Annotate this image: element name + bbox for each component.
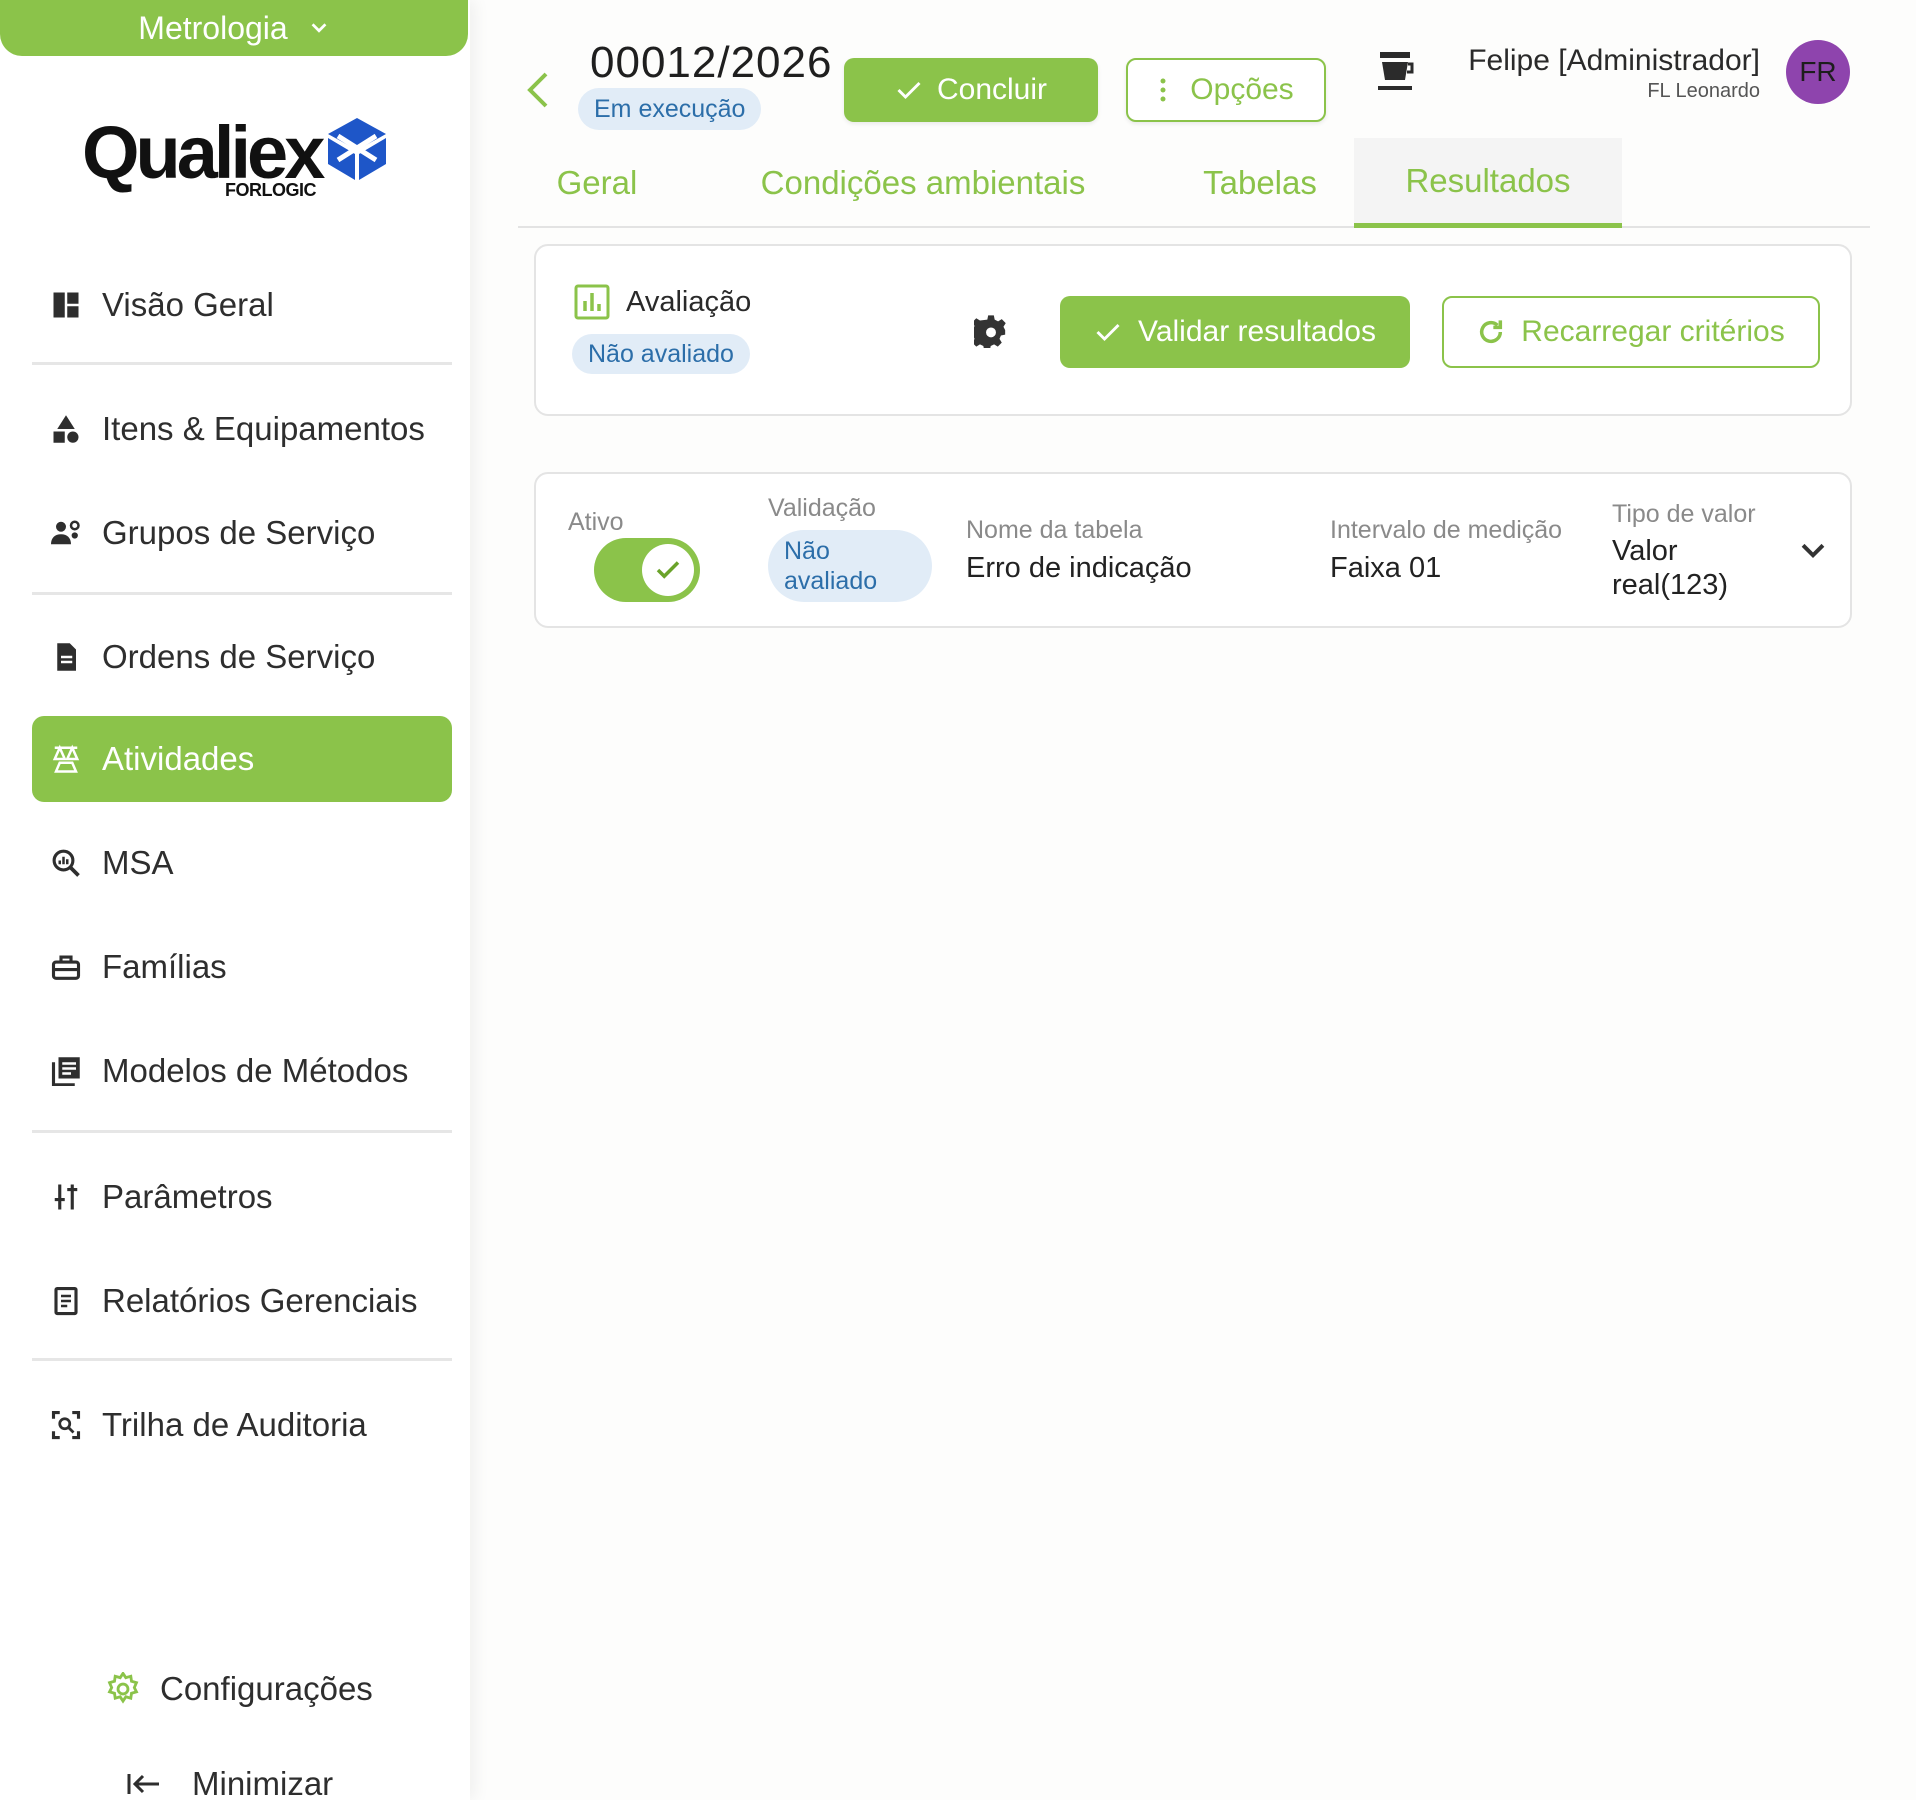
coffee-cup-icon[interactable] [1376,50,1416,92]
sidebar-item-ordens-servico[interactable]: Ordens de Serviço [32,614,452,700]
validation-label: Validação [768,494,876,522]
sidebar-item-label: Itens & Equipamentos [102,410,425,447]
toggle-knob [642,544,694,596]
conclude-label: Concluir [936,73,1048,106]
minimize-sidebar-button[interactable]: Minimizar [126,1765,333,1800]
nav-divider [32,592,452,595]
module-switcher[interactable]: Metrologia [0,0,468,56]
nav-divider [32,1130,452,1133]
tab-resultados[interactable]: Resultados [1354,138,1622,228]
active-toggle[interactable] [594,538,700,602]
sidebar-item-label: Atividades [102,740,255,777]
shapes-icon [53,415,79,443]
sidebar-item-trilha-auditoria[interactable]: Trilha de Auditoria [32,1382,452,1468]
sidebar-item-parametros[interactable]: Parâmetros [32,1154,452,1240]
sidebar-item-visao-geral[interactable]: Visão Geral [32,262,452,348]
status-badge: Em execução [578,88,762,130]
evaluation-card: Avaliação Não avaliado Validar resultado… [534,244,1852,416]
value-type-value: Valor real(123) [1612,535,1729,601]
sidebar-item-label: Ordens de Serviço [102,638,376,675]
tab-geral[interactable]: Geral [532,138,662,228]
scan-icon [51,1410,81,1440]
options-label: Opções [1190,73,1294,106]
user-company: FL Leonardo [1647,80,1760,102]
validation-status-badge: Não avaliado [768,530,932,602]
logo-cube-icon [328,118,386,180]
library-icon [51,1057,80,1086]
sidebar: Metrologia Qualiex FORLOGIC Visão Geral … [0,0,470,1800]
tab-tabelas[interactable]: Tabelas [1182,138,1338,228]
settings-label: Configurações [160,1670,373,1707]
sidebar-item-label: Visão Geral [102,286,274,323]
tab-bar: Geral Condições ambientais Tabelas Resul… [518,138,1870,228]
report-icon [54,1286,78,1316]
tab-condicoes-ambientais[interactable]: Condições ambientais [738,138,1108,228]
gear-icon[interactable] [974,314,1008,348]
avatar[interactable]: FR [1786,40,1850,104]
scale-icon [52,744,80,773]
minimize-label: Minimizar [192,1765,334,1800]
table-name-label: Nome da tabela [966,516,1143,544]
qualiex-logo: Qualiex FORLOGIC [82,110,392,210]
sidebar-item-label: Modelos de Métodos [102,1052,409,1089]
result-row-card: Ativo Validação Não avaliado Nome da tab… [534,472,1852,628]
sidebar-item-label: Relatórios Gerenciais [102,1282,418,1319]
chevron-down-icon [311,23,327,33]
bar-chart-icon [574,284,610,320]
order-number: 00012/2026 [590,38,833,87]
collapse-left-icon [127,1774,159,1794]
validate-results-label: Validar resultados [1138,315,1376,348]
evaluation-status-badge: Não avaliado [572,334,750,374]
options-button[interactable]: Opções [1126,58,1326,122]
table-name-value: Erro de indicação [966,552,1192,584]
check-icon [656,561,680,579]
check-icon [897,81,921,100]
validate-results-button[interactable]: Validar resultados [1060,296,1410,368]
sidebar-item-relatorios[interactable]: Relatórios Gerenciais [32,1258,452,1344]
toolbox-icon [51,955,81,980]
search-chart-icon [52,849,80,877]
sidebar-item-atividades[interactable]: Atividades [32,716,452,802]
sidebar-item-itens-equipamentos[interactable]: Itens & Equipamentos [32,386,452,472]
chevron-down-icon[interactable] [1796,534,1830,568]
value-type-label: Tipo de valor [1612,500,1756,528]
settings-link[interactable]: Configurações [106,1670,373,1708]
interval-label: Intervalo de medição [1330,516,1563,544]
conclude-button[interactable]: Concluir [844,58,1098,122]
logo-subtitle: FORLOGIC [225,180,317,200]
group-gear-icon [51,520,80,545]
module-label: Metrologia [138,9,288,46]
sidebar-item-label: Parâmetros [102,1178,273,1215]
check-icon [1096,323,1120,342]
sidebar-item-familias[interactable]: Famílias [32,924,452,1010]
reload-criteria-label: Recarregar critérios [1521,315,1785,348]
sidebar-item-label: Trilha de Auditoria [102,1406,367,1443]
nav-divider [32,1358,452,1361]
refresh-icon [1480,320,1503,344]
more-vertical-icon [1160,78,1166,102]
active-label: Ativo [568,508,624,536]
back-arrow-icon[interactable] [520,70,558,110]
sidebar-item-label: Famílias [102,948,227,985]
document-icon [57,643,76,671]
gear-icon [107,1672,139,1704]
user-name[interactable]: Felipe [Administrador] [1468,44,1760,78]
reload-criteria-button[interactable]: Recarregar critérios [1442,296,1820,368]
nav-divider [32,362,452,365]
dashboard-icon [53,292,79,318]
sidebar-item-label: Grupos de Serviço [102,514,376,551]
sidebar-item-msa[interactable]: MSA [32,820,452,906]
sidebar-item-grupos-servico[interactable]: Grupos de Serviço [32,490,452,576]
sidebar-item-label: MSA [102,844,174,881]
sliders-icon [54,1184,78,1210]
sidebar-item-modelos-metodos[interactable]: Modelos de Métodos [32,1028,452,1114]
interval-value: Faixa 01 [1330,552,1442,584]
evaluation-title: Avaliação [626,286,752,318]
